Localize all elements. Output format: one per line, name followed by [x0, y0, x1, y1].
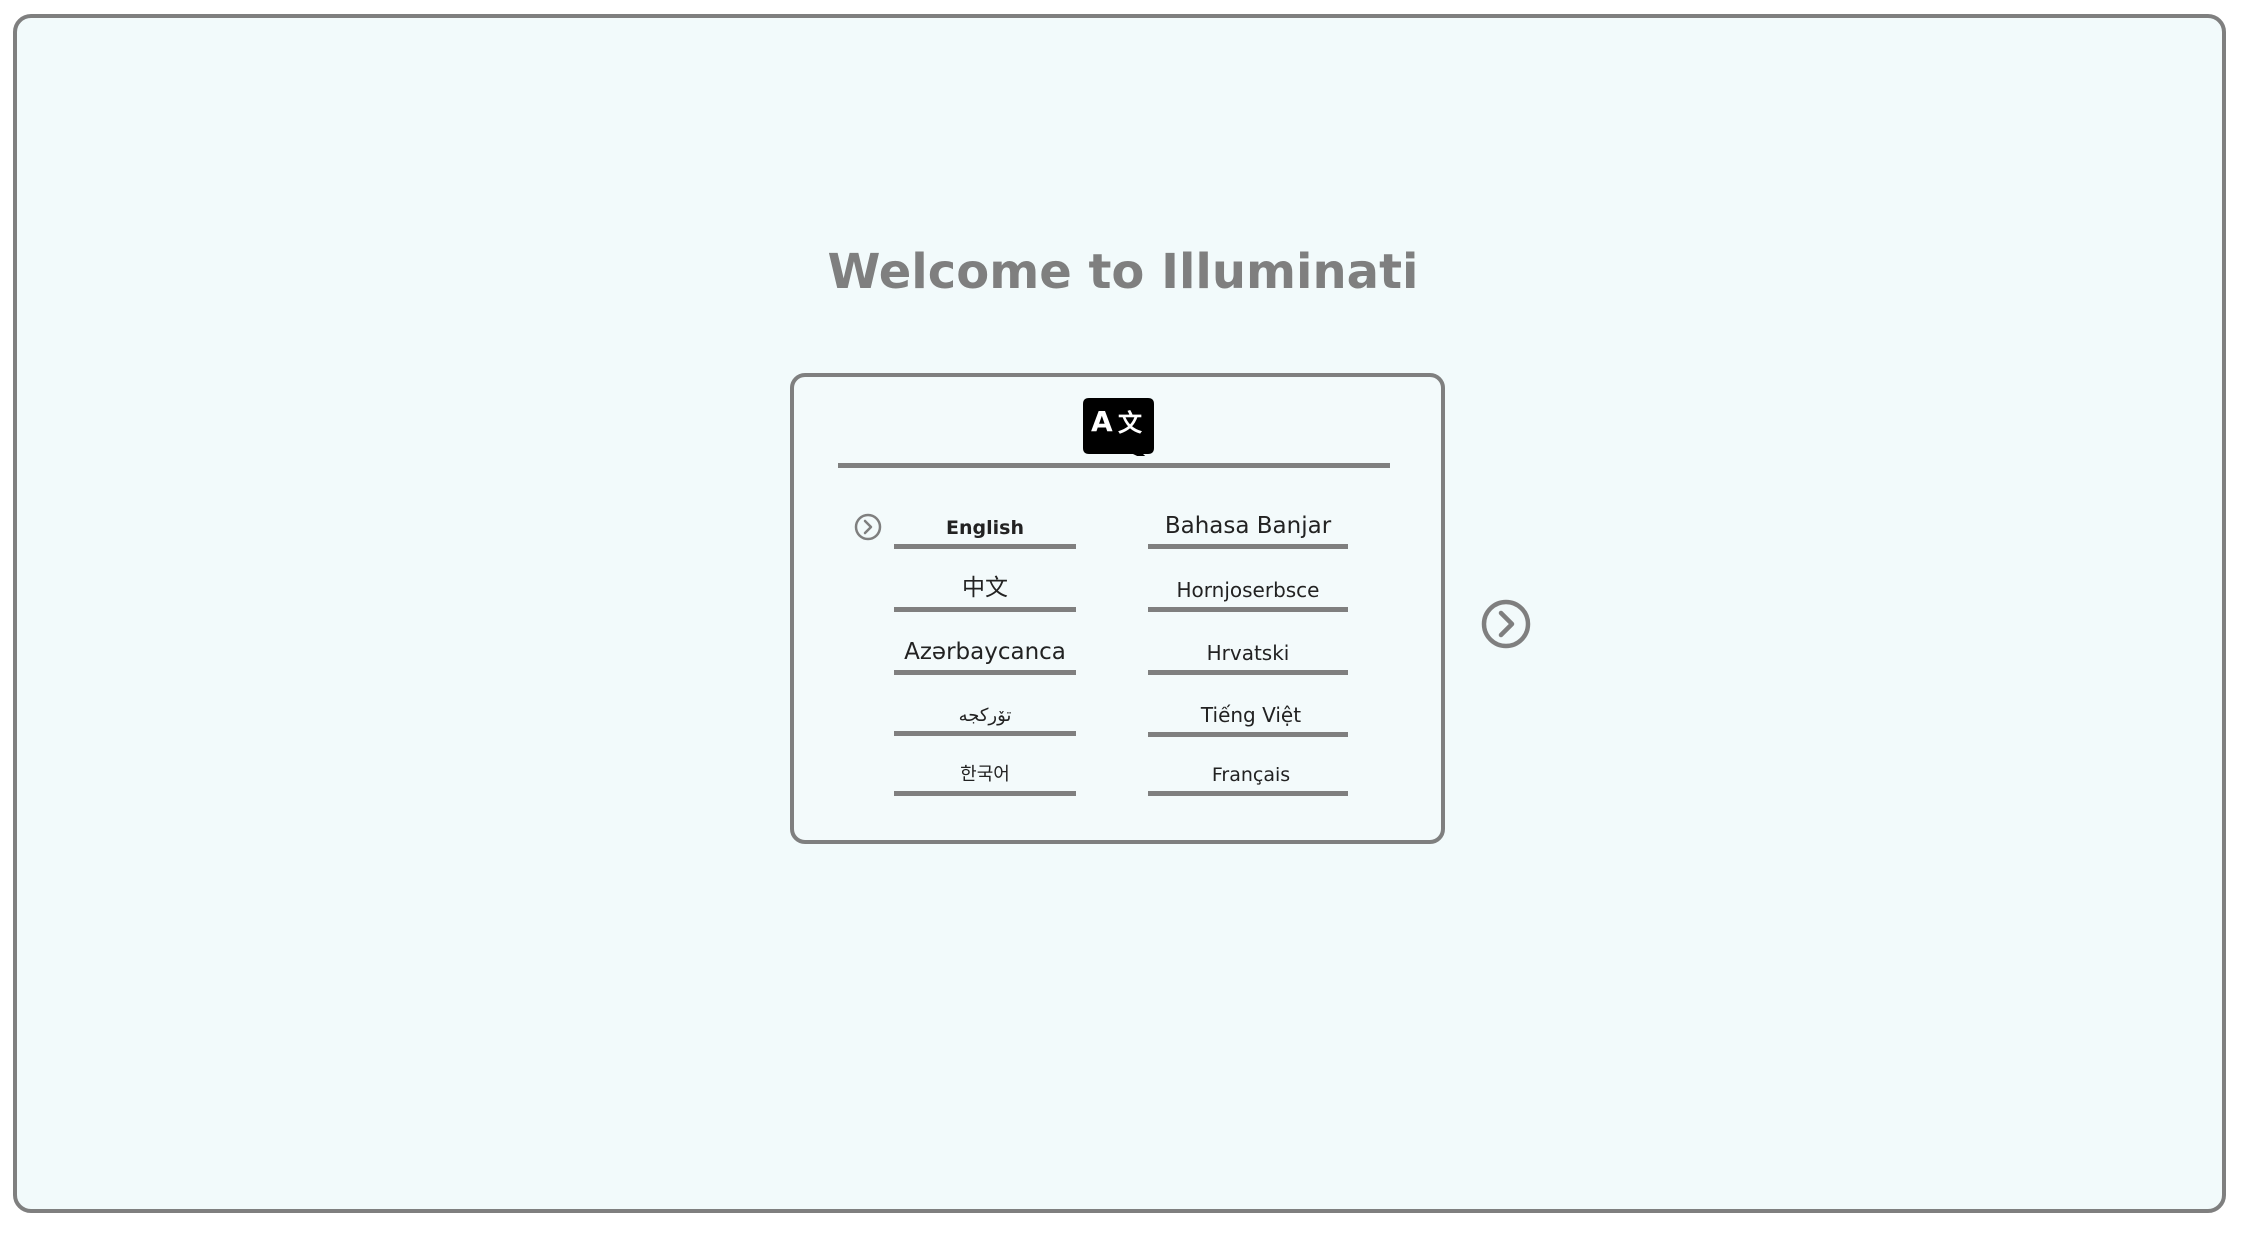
option-underline [894, 791, 1076, 796]
language-label: تۆرکجه [958, 705, 1012, 726]
language-option-south-azerbaijani[interactable]: تۆرکجه [894, 676, 1076, 736]
option-underline [894, 607, 1076, 612]
language-label: 한국어 [960, 764, 1010, 784]
page-title: Welcome to Illuminati [827, 244, 1419, 300]
svg-text:文: 文 [1118, 409, 1143, 437]
language-label: Bahasa Banjar [1164, 513, 1332, 539]
language-option-upper-sorbian[interactable]: Hornjoserbsce [1148, 552, 1348, 612]
language-option-banjar[interactable]: Bahasa Banjar [1148, 489, 1348, 549]
language-option-chinese[interactable]: 中文 [894, 552, 1076, 612]
option-underline [1148, 607, 1348, 612]
translate-icon: A 文 [1083, 398, 1154, 456]
language-label: Français [1211, 764, 1291, 786]
next-button[interactable] [1480, 598, 1532, 650]
language-label: English [946, 517, 1024, 539]
language-label: Hrvatski [1206, 641, 1290, 665]
option-underline [1148, 544, 1348, 549]
language-option-korean[interactable]: 한국어 [894, 736, 1076, 796]
language-option-azerbaijani[interactable]: Azərbaycanca [894, 615, 1076, 675]
chevron-right-circle-icon [854, 513, 882, 541]
option-underline [894, 670, 1076, 675]
language-option-croatian[interactable]: Hrvatski [1148, 615, 1348, 675]
svg-text:A: A [1091, 405, 1113, 438]
panel-divider [838, 463, 1390, 468]
language-label: Tiếng Việt [1200, 703, 1302, 727]
language-option-vietnamese[interactable]: Tiếng Việt [1148, 677, 1348, 737]
language-label: Azərbaycanca [904, 639, 1066, 665]
option-underline [1148, 670, 1348, 675]
option-underline [894, 544, 1076, 549]
option-underline [1148, 791, 1348, 796]
language-option-french[interactable]: Français [1148, 736, 1348, 796]
language-option-english[interactable]: English [894, 489, 1076, 549]
language-label: Hornjoserbsce [1176, 578, 1320, 602]
language-label: 中文 [962, 574, 1008, 600]
